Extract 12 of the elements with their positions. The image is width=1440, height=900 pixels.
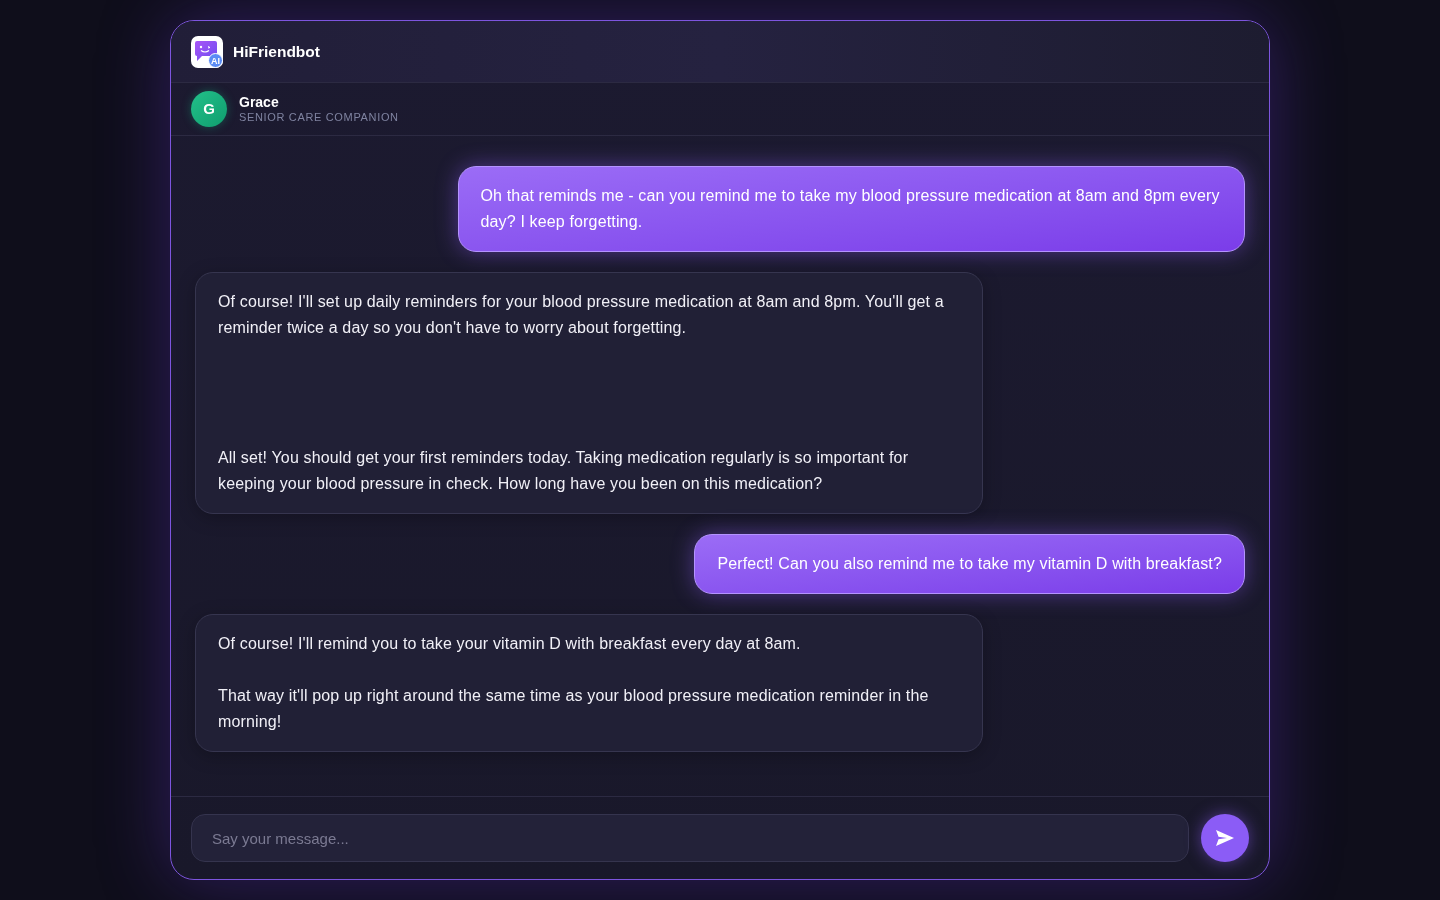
- message-input[interactable]: Say your message...: [191, 814, 1189, 862]
- app-title: HiFriendbot: [233, 41, 320, 62]
- message-text: Of course! I'll remind you to take your vitamin D with breakfast every day at 8am. That way it'll pop up right around the same time as your blood pressure medication reminder in the morning!: [218, 634, 930, 732]
- agent-avatar: G: [191, 91, 227, 127]
- message-text: Perfect! Can you also remind me to take my vitamin D with breakfast?: [717, 554, 1222, 574]
- agent-role: SENIOR CARE COMPANION: [239, 110, 399, 124]
- send-icon: [1216, 830, 1234, 846]
- send-button[interactable]: [1201, 814, 1249, 862]
- chat-bot-logo-icon: AI: [191, 35, 223, 68]
- message-text: Oh that reminds me - can you remind me to take my blood pressure medication at 8am and 8pm every day? I keep forgetting.: [480, 186, 1221, 232]
- message-text: Of course! I'll set up daily reminders for your blood pressure medication at 8am and 8pm. You'll get a reminder twice a day so you don't have to worry about forgetting. All set! You should get your first reminders today. Taking medication regularly is so important for keeping your blood pressure in check. How long have you been on this medication?: [218, 292, 945, 494]
- agent-name: Grace: [239, 94, 280, 110]
